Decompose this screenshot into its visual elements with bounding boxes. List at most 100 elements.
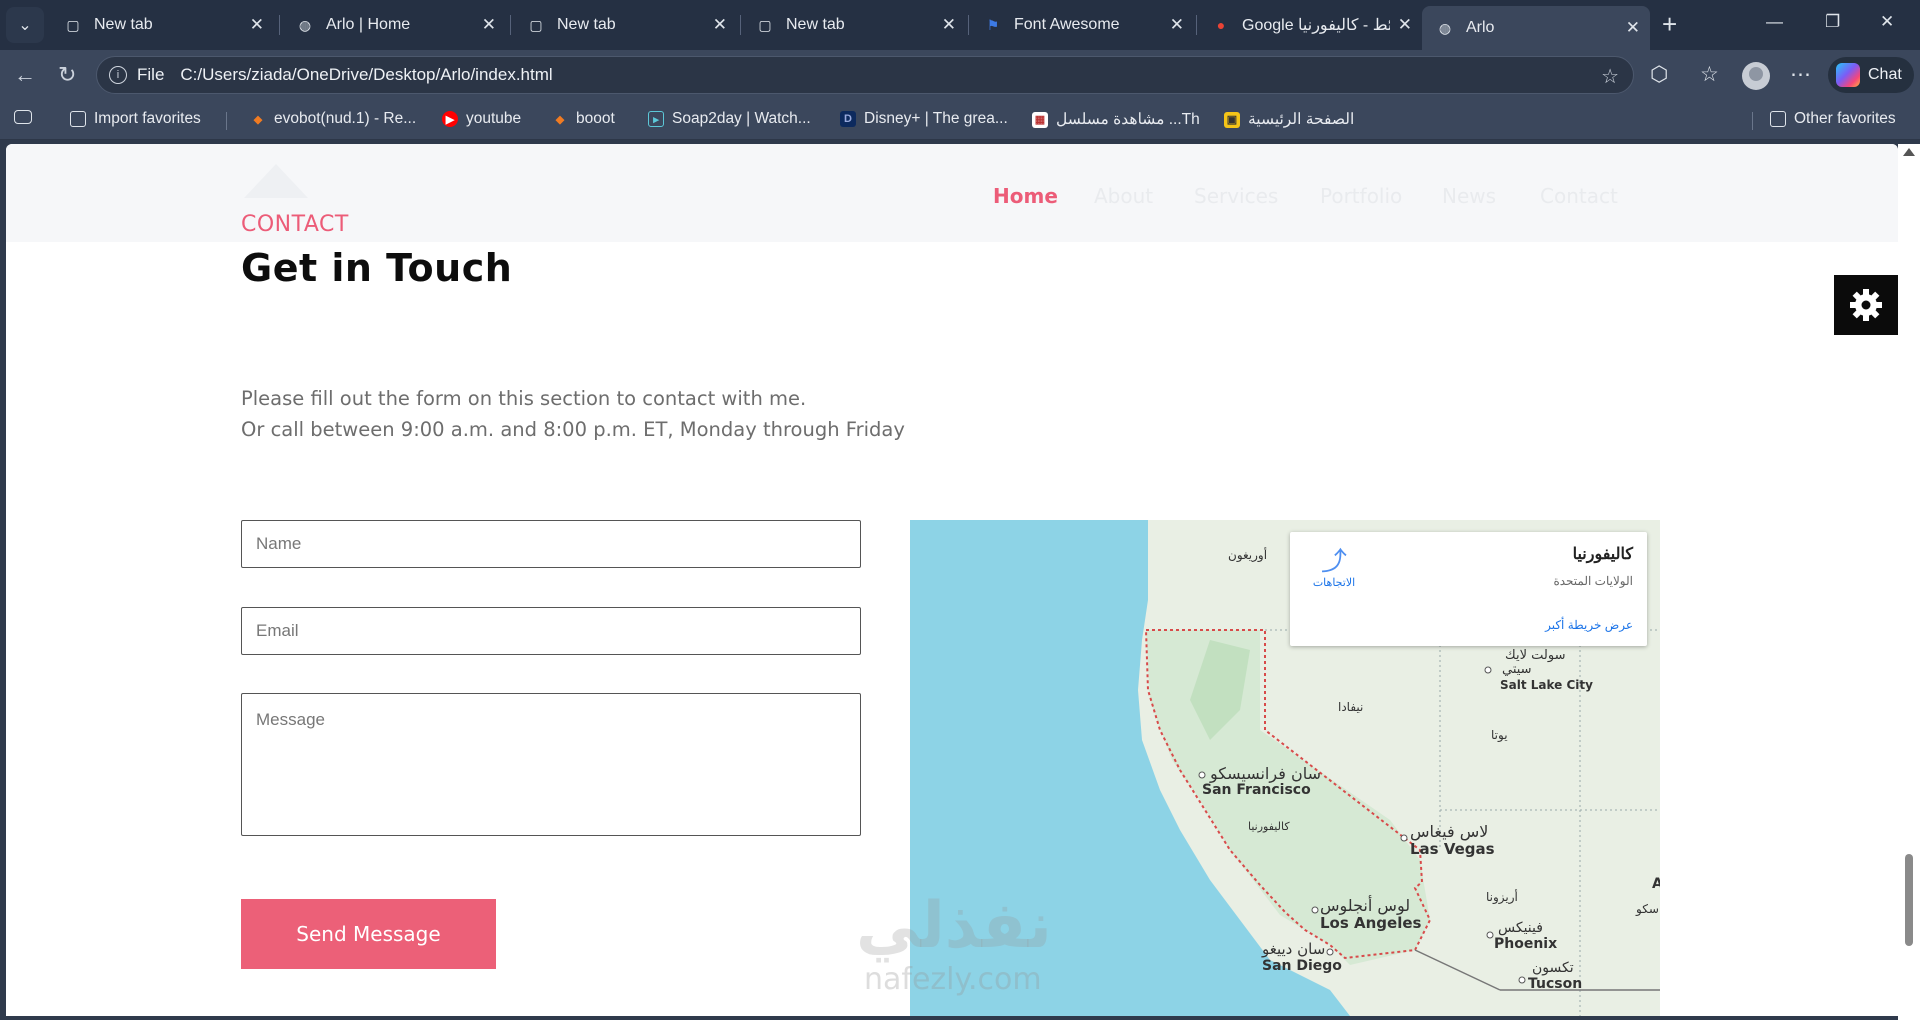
map-label: نيفادا (1338, 700, 1364, 714)
map-label: Tucson (1528, 976, 1583, 992)
directions-button[interactable]: ⤴ الاتجاهات (1310, 546, 1358, 589)
bookmark-import-favorites[interactable]: Import favorites (70, 110, 201, 128)
place-subtitle: الولايات المتحدة (1553, 574, 1633, 588)
map-label: أريزونا (1486, 890, 1518, 904)
nav-link-contact[interactable]: Contact (1540, 184, 1618, 208)
map-label: San Diego (1262, 958, 1342, 974)
new-tab-button[interactable]: + (1662, 10, 1677, 38)
map-label: سان فرانسيسكو (1210, 764, 1321, 783)
place-title: كاليفورنيا (1572, 546, 1633, 563)
gear-icon (1850, 289, 1882, 321)
nav-link-portfolio[interactable]: Portfolio (1320, 184, 1402, 208)
close-icon[interactable]: ✕ (1170, 15, 1184, 35)
watermark-arabic: نفذلي (856, 889, 1052, 963)
close-icon[interactable]: ✕ (482, 15, 496, 35)
bookmark-label: الصفحة الرئيسية (1248, 111, 1355, 128)
bookmark-label: مشاهدة مسلسل ...Th (1056, 111, 1200, 128)
bookmark-youtube[interactable]: ▶ youtube (442, 110, 521, 128)
browser-tab[interactable]: ▢ New tab ✕ (742, 6, 966, 44)
contact-page: Home About Services Portfolio News Conta… (6, 144, 1898, 1016)
browser-tab-active[interactable]: ◍ Arlo ✕ (1422, 6, 1650, 50)
bookmark-series[interactable]: ▦ مشاهدة مسلسل ...Th (1032, 110, 1200, 129)
send-message-button[interactable]: Send Message (241, 899, 496, 969)
close-icon[interactable]: ✕ (942, 15, 956, 35)
info-icon[interactable]: i (109, 66, 127, 84)
close-icon[interactable]: ✕ (250, 15, 264, 35)
tab-actions-menu-button[interactable]: ⌄ (6, 7, 44, 43)
close-icon[interactable]: ✕ (713, 15, 727, 35)
map-label: كاليفورنيا (1248, 820, 1290, 833)
browser-tab[interactable]: ⚑ Font Awesome ✕ (970, 6, 1194, 44)
series-site-icon: ▦ (1032, 111, 1048, 128)
close-window-button[interactable]: ✕ (1880, 12, 1894, 32)
map-label: فينيكس (1498, 920, 1543, 936)
nav-link-home[interactable]: Home (993, 184, 1058, 208)
favorites-icon[interactable]: ☆ (1700, 62, 1719, 87)
address-bar[interactable]: i File C:/Users/ziada/OneDrive/Desktop/A… (96, 56, 1634, 94)
globe-icon: ◍ (1438, 19, 1452, 36)
more-icon[interactable]: ⋯ (1790, 62, 1811, 87)
view-larger-map-link[interactable]: عرض خريطة أكبر (1545, 618, 1633, 632)
reload-button[interactable]: ↻ (58, 62, 76, 88)
map-label: لاس فيغاس (1410, 822, 1489, 841)
tab-title: Google خرائط - كاليفورنيا (1242, 17, 1390, 34)
bookmark-soap2day[interactable]: ▸ Soap2day | Watch... (648, 110, 811, 128)
nav-link-about[interactable]: About (1094, 184, 1153, 208)
reading-list-icon[interactable] (14, 110, 40, 124)
scrollbar-thumb[interactable] (1905, 854, 1913, 946)
bookmark-homepage[interactable]: ▣ الصفحة الرئيسية (1224, 110, 1354, 129)
email-placeholder: Email (256, 621, 299, 640)
intro-line-1: Please fill out the form on this section… (241, 387, 807, 410)
copilot-icon (1836, 63, 1860, 87)
section-title: Get in Touch (241, 246, 513, 290)
star-icon[interactable]: ☆ (1601, 64, 1619, 89)
message-field[interactable]: Message (241, 693, 861, 836)
url-text[interactable]: C:/Users/ziada/OneDrive/Desktop/Arlo/ind… (180, 65, 552, 85)
name-field[interactable]: Name (241, 520, 861, 568)
close-icon[interactable]: ✕ (1626, 18, 1640, 38)
map-label: Las Vegas (1410, 840, 1495, 858)
restore-button[interactable]: ❐ (1825, 12, 1840, 32)
browser-tab[interactable]: ▢ New tab ✕ (50, 6, 274, 44)
page-icon: ▢ (529, 16, 543, 33)
chat-button[interactable]: Chat (1828, 57, 1914, 93)
map-label: Los Angeles (1320, 914, 1422, 932)
site-logo[interactable] (244, 164, 308, 198)
map-label: Phoenix (1494, 936, 1558, 952)
bookmark-evobot[interactable]: ◆ evobot(nud.1) - Re... (250, 110, 416, 128)
browser-tab[interactable]: ◍ Arlo | Home ✕ (282, 6, 506, 44)
bookmark-booot[interactable]: ◆ booot (552, 110, 615, 128)
disney-icon: D (840, 111, 856, 127)
reload-icon: ↻ (58, 62, 77, 87)
tab-divider (968, 15, 969, 35)
avatar[interactable] (1742, 62, 1770, 90)
bookmark-label: Other favorites (1794, 110, 1896, 127)
chevron-down-icon: ⌄ (18, 17, 32, 34)
map-label: سكو (1636, 902, 1659, 916)
nav-link-news[interactable]: News (1442, 184, 1496, 208)
close-icon[interactable]: ✕ (1398, 15, 1412, 35)
page-icon: ▢ (66, 16, 80, 33)
folder-icon (1770, 111, 1786, 127)
minimize-button[interactable]: — (1766, 12, 1783, 32)
message-placeholder: Message (256, 710, 325, 729)
email-field[interactable]: Email (241, 607, 861, 655)
page-icon: ▢ (758, 16, 772, 33)
nav-link-services[interactable]: Services (1194, 184, 1278, 208)
tab-title: New tab (557, 16, 616, 33)
extensions-icon[interactable]: ⬡ (1650, 62, 1668, 87)
back-button[interactable]: ← (14, 62, 36, 88)
map-label: سان دييغو (1262, 940, 1326, 958)
bookmarks-bar: Import favorites ◆ evobot(nud.1) - Re... … (0, 100, 1920, 140)
bookmark-disney[interactable]: D Disney+ | The grea... (840, 110, 1008, 128)
browser-tab[interactable]: ● Google خرائط - كاليفورنيا ✕ (1198, 6, 1422, 44)
map-label: سيتي (1502, 662, 1532, 677)
scroll-up-icon[interactable] (1903, 148, 1915, 156)
maps-pin-icon: ● (1216, 17, 1226, 33)
settings-button[interactable] (1834, 275, 1898, 335)
bookmark-other-favorites[interactable]: Other favorites (1770, 110, 1896, 128)
intro-line-2: Or call between 9:00 a.m. and 8:00 p.m. … (241, 418, 905, 441)
browser-tab[interactable]: ▢ New tab ✕ (513, 6, 737, 44)
bookmark-label: Import favorites (94, 110, 201, 127)
page-scrollbar[interactable] (1898, 144, 1920, 1020)
